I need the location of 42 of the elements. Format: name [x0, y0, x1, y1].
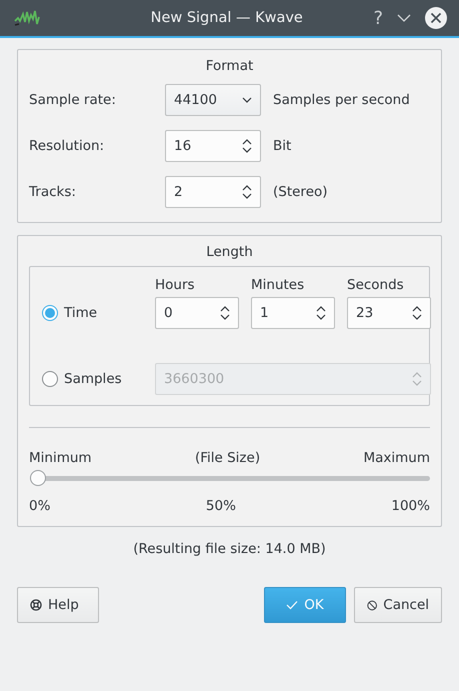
field-label: Tracks: [29, 184, 77, 200]
field-label: Sample rate: [29, 92, 117, 108]
spin-arrows-icon[interactable] [220, 305, 230, 321]
result-text: (Resulting file size: 14.0 MB) [132, 541, 327, 557]
spin-box[interactable]: 0 [155, 297, 239, 329]
group-title: Format [204, 57, 254, 76]
spin-box[interactable]: 2 [165, 176, 261, 208]
unit-label: Samples per second [273, 92, 411, 108]
chevron-down-icon[interactable] [397, 14, 411, 22]
radio-label[interactable]: Time [64, 305, 98, 321]
radio-button[interactable] [42, 305, 58, 321]
group-title: Length [205, 243, 254, 262]
spin-arrows-icon[interactable] [316, 305, 326, 321]
column-header: Seconds [347, 277, 405, 295]
field-label: Resolution: [29, 138, 106, 154]
tick-label: 50% [206, 498, 236, 514]
spin-box[interactable]: 16 [165, 130, 261, 162]
checkmark-icon [286, 600, 298, 610]
lifebuoy-icon [30, 599, 42, 611]
close-icon[interactable] [425, 7, 447, 29]
spin-box[interactable]: 1 [251, 297, 335, 329]
tick-label: 100% [391, 498, 430, 514]
column-header: Hours [155, 277, 196, 295]
cancel-button[interactable]: Cancel [354, 587, 442, 623]
dropdown[interactable]: 44100 [165, 84, 261, 116]
slider-handle[interactable] [30, 470, 46, 486]
slider-caption: (File Size) [194, 450, 260, 466]
column-header: Minutes [251, 277, 306, 295]
spin-arrows-icon[interactable] [242, 138, 252, 154]
waveform-icon [14, 9, 40, 27]
help-button[interactable]: Help [17, 587, 99, 623]
window-title: New Signal — Kwave [150, 10, 304, 26]
spin-box[interactable]: 23 [347, 297, 431, 329]
unit-label: Bit [273, 138, 292, 154]
slider-min-label: Minimum [29, 450, 92, 466]
tick-label: 0% [29, 498, 50, 514]
slider-max-label: Maximum [363, 450, 430, 466]
cancel-icon [367, 598, 378, 612]
spin-arrows-icon[interactable] [242, 184, 252, 200]
spin-arrows-icon[interactable] [412, 305, 422, 321]
help-button[interactable]: ? [373, 8, 383, 28]
unit-label: (Stereo) [273, 184, 329, 200]
